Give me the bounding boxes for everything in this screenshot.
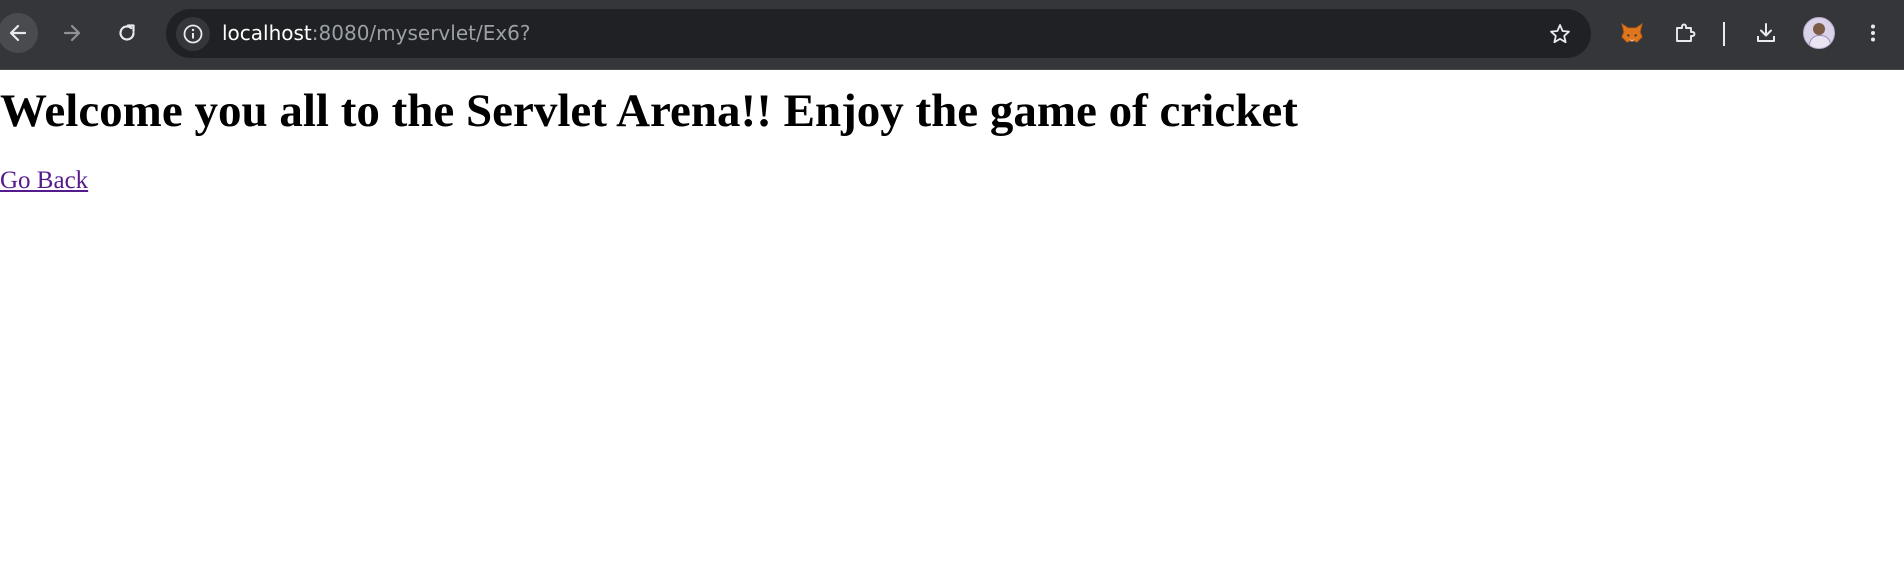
info-icon bbox=[183, 24, 203, 44]
toolbar-divider bbox=[1723, 22, 1725, 46]
kebab-menu-icon bbox=[1871, 24, 1875, 42]
avatar-icon bbox=[1803, 17, 1835, 49]
fox-extension-button[interactable] bbox=[1612, 13, 1652, 53]
bookmark-button[interactable] bbox=[1543, 17, 1577, 51]
page-content: Welcome you all to the Servlet Arena!! E… bbox=[0, 71, 1904, 562]
url-host: localhost bbox=[222, 21, 312, 45]
star-icon bbox=[1550, 24, 1570, 44]
reload-icon bbox=[119, 24, 135, 41]
browser-toolbar: localhost:8080/myservlet/Ex6? bbox=[0, 0, 1904, 70]
arrow-left-icon bbox=[9, 24, 27, 42]
browser-menu-button[interactable] bbox=[1853, 13, 1893, 53]
back-button[interactable] bbox=[0, 13, 38, 53]
profile-button[interactable] bbox=[1799, 13, 1839, 53]
fox-extension-icon bbox=[1621, 22, 1643, 43]
download-icon bbox=[1757, 23, 1775, 42]
extensions-button[interactable] bbox=[1665, 13, 1705, 53]
downloads-button[interactable] bbox=[1746, 13, 1786, 53]
page-heading: Welcome you all to the Servlet Arena!! E… bbox=[0, 85, 1298, 137]
arrow-right-icon bbox=[63, 24, 81, 42]
forward-button[interactable] bbox=[52, 13, 92, 53]
address-bar[interactable]: localhost:8080/myservlet/Ex6? bbox=[166, 9, 1591, 58]
puzzle-icon bbox=[1676, 23, 1696, 42]
go-back-link[interactable]: Go Back bbox=[0, 166, 88, 196]
site-info-button[interactable] bbox=[176, 17, 210, 51]
url-text[interactable]: localhost:8080/myservlet/Ex6? bbox=[222, 9, 531, 58]
reload-button[interactable] bbox=[107, 13, 147, 53]
url-path: :8080/myservlet/Ex6? bbox=[311, 21, 531, 45]
